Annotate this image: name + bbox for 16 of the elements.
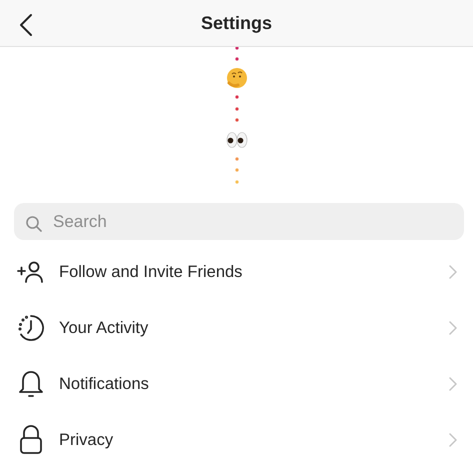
bell-icon xyxy=(18,370,44,398)
thinking-face-icon xyxy=(226,68,246,88)
lock-icon xyxy=(19,425,43,455)
search-icon xyxy=(26,216,42,232)
eyes-icon xyxy=(226,132,247,148)
screen-title: Settings xyxy=(200,12,272,34)
activity-clock-icon xyxy=(17,314,45,342)
dotted-line xyxy=(234,47,238,61)
add-person-icon xyxy=(17,261,45,283)
dotted-line xyxy=(234,157,238,184)
chevron-icon xyxy=(449,377,457,391)
search-field[interactable]: Search xyxy=(14,203,464,240)
chevron-icon xyxy=(449,433,457,447)
chevron-icon xyxy=(449,265,457,279)
chevron-icon xyxy=(449,321,457,335)
dotted-line xyxy=(234,95,238,122)
